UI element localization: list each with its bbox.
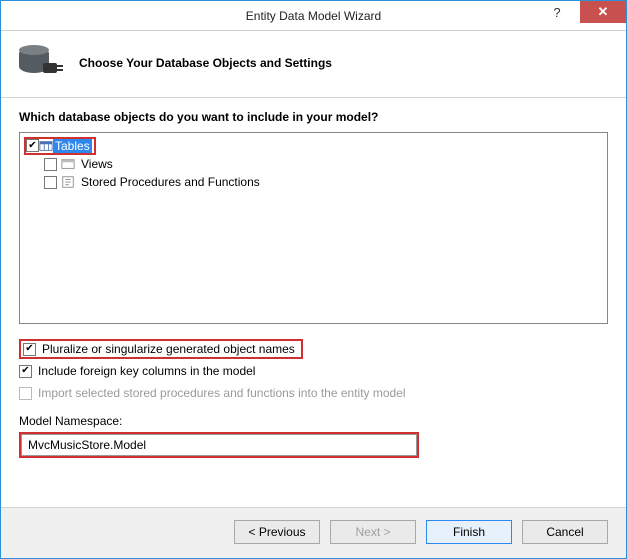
view-icon bbox=[61, 157, 75, 171]
label-import-sprocs: Import selected stored procedures and fu… bbox=[38, 386, 406, 400]
window-controls: ? ✕ bbox=[534, 1, 626, 23]
tree-label-sprocs: Stored Procedures and Functions bbox=[79, 175, 262, 189]
help-button[interactable]: ? bbox=[534, 1, 580, 23]
namespace-label: Model Namespace: bbox=[19, 414, 608, 428]
checkbox-import-sprocs bbox=[19, 387, 32, 400]
close-button[interactable]: ✕ bbox=[580, 1, 626, 23]
sproc-icon bbox=[61, 175, 75, 189]
window-title: Entity Data Model Wizard bbox=[1, 9, 626, 23]
content-area: Which database objects do you want to in… bbox=[1, 98, 626, 458]
checkbox-tables[interactable] bbox=[26, 139, 39, 152]
tree-item-tables[interactable]: Tables bbox=[26, 137, 601, 155]
wizard-footer: < Previous Next > Finish Cancel bbox=[1, 507, 626, 558]
cancel-button[interactable]: Cancel bbox=[522, 520, 608, 544]
previous-button[interactable]: < Previous bbox=[234, 520, 320, 544]
titlebar: Entity Data Model Wizard ? ✕ bbox=[1, 1, 626, 31]
label-foreign-keys: Include foreign key columns in the model bbox=[38, 364, 255, 378]
wizard-header: Choose Your Database Objects and Setting… bbox=[1, 31, 626, 97]
wizard-step-title: Choose Your Database Objects and Setting… bbox=[79, 56, 332, 70]
finish-button[interactable]: Finish bbox=[426, 520, 512, 544]
checkbox-views[interactable] bbox=[44, 158, 57, 171]
table-icon bbox=[39, 139, 53, 153]
label-pluralize: Pluralize or singularize generated objec… bbox=[42, 342, 295, 356]
tree-item-sprocs[interactable]: Stored Procedures and Functions bbox=[26, 173, 601, 191]
option-pluralize[interactable]: Pluralize or singularize generated objec… bbox=[19, 338, 608, 360]
highlight-tables: Tables bbox=[24, 137, 96, 155]
option-import-sprocs: Import selected stored procedures and fu… bbox=[19, 382, 608, 404]
namespace-input[interactable] bbox=[21, 434, 417, 456]
tree-label-tables: Tables bbox=[53, 139, 92, 153]
checkbox-sprocs[interactable] bbox=[44, 176, 57, 189]
prompt-text: Which database objects do you want to in… bbox=[19, 110, 608, 124]
highlight-namespace bbox=[19, 432, 419, 458]
next-button: Next > bbox=[330, 520, 416, 544]
checkbox-pluralize[interactable] bbox=[23, 343, 36, 356]
tree-label-views: Views bbox=[79, 157, 115, 171]
db-objects-tree[interactable]: Tables Views Stored Procedures and Funct… bbox=[19, 132, 608, 324]
options-group: Pluralize or singularize generated objec… bbox=[19, 338, 608, 404]
option-foreign-keys[interactable]: Include foreign key columns in the model bbox=[19, 360, 608, 382]
checkbox-foreign-keys[interactable] bbox=[19, 365, 32, 378]
database-icon bbox=[19, 45, 63, 81]
tree-item-views[interactable]: Views bbox=[26, 155, 601, 173]
highlight-pluralize: Pluralize or singularize generated objec… bbox=[19, 339, 303, 359]
